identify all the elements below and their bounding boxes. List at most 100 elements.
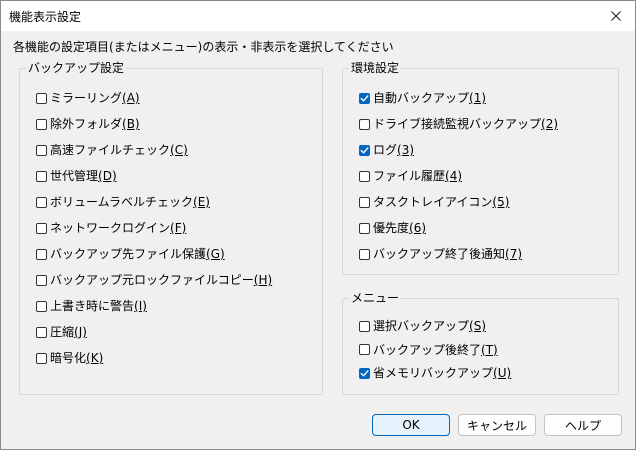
option-access-key: (B): [122, 117, 140, 131]
checkbox-unchecked[interactable]: [359, 248, 370, 260]
menu-option-2[interactable]: バックアップ後終了(T): [359, 342, 498, 358]
checkbox-unchecked[interactable]: [36, 222, 47, 234]
option-access-key: (H): [253, 273, 273, 287]
backup-option-3[interactable]: 高速ファイルチェック(C): [36, 142, 188, 158]
env-option-label: タスクトレイアイコン(5): [373, 194, 509, 210]
checkbox-unchecked[interactable]: [36, 170, 47, 182]
option-access-key: (3): [397, 143, 415, 157]
backup-option-8[interactable]: バックアップ元ロックファイルコピー(H): [36, 272, 272, 288]
checkbox-unchecked[interactable]: [359, 196, 370, 208]
option-text: ミラーリング: [50, 91, 123, 105]
checkbox-unchecked[interactable]: [36, 326, 47, 338]
backup-option-1[interactable]: ミラーリング(A): [36, 90, 140, 106]
backup-option-label: バックアップ先ファイル保護(G): [50, 246, 225, 262]
option-text: ログ: [373, 143, 398, 157]
help-button[interactable]: ヘルプ: [544, 414, 622, 436]
menu-option-label: 選択バックアップ(S): [373, 318, 486, 334]
env-option-label: 自動バックアップ(1): [373, 90, 486, 106]
option-text: ボリュームラベルチェック: [50, 195, 194, 209]
option-access-key: (S): [469, 319, 486, 333]
backup-option-10[interactable]: 圧縮(J): [36, 324, 87, 340]
checkbox-checked[interactable]: [359, 92, 370, 104]
option-text: 自動バックアップ: [373, 91, 470, 105]
option-text: ネットワークログイン: [50, 221, 171, 235]
backup-option-label: 高速ファイルチェック(C): [50, 142, 188, 158]
option-access-key: (K): [86, 351, 104, 365]
env-option-label: ドライブ接続監視バックアップ(2): [373, 116, 558, 132]
option-text: バックアップ終了後通知: [373, 247, 506, 261]
env-option-3[interactable]: ログ(3): [359, 142, 414, 158]
backup-option-6[interactable]: ネットワークログイン(F): [36, 220, 186, 236]
backup-option-label: 世代管理(D): [50, 168, 117, 184]
environment-settings-title: 環境設定: [349, 61, 402, 75]
checkbox-unchecked[interactable]: [359, 344, 370, 355]
option-text: 優先度: [373, 221, 410, 235]
backup-option-label: ネットワークログイン(F): [50, 220, 186, 236]
checkmark-icon: [360, 146, 369, 153]
option-text: 圧縮: [50, 325, 75, 339]
env-option-7[interactable]: バックアップ終了後通知(7): [359, 246, 522, 262]
checkbox-unchecked[interactable]: [359, 118, 370, 130]
option-access-key: (G): [206, 247, 225, 261]
option-access-key: (1): [469, 91, 487, 105]
backup-option-9[interactable]: 上書き時に警告(I): [36, 298, 147, 314]
backup-option-label: 暗号化(K): [50, 350, 103, 366]
checkbox-unchecked[interactable]: [36, 352, 47, 364]
instruction-text: 各機能の設定項目(またはメニュー)の表示・非表示を選択してください: [13, 40, 394, 54]
env-option-4[interactable]: ファイル履歴(4): [359, 168, 462, 184]
option-text: 暗号化: [50, 351, 87, 365]
checkbox-unchecked[interactable]: [359, 170, 370, 182]
env-option-6[interactable]: 優先度(6): [359, 220, 426, 236]
option-access-key: (4): [445, 169, 463, 183]
checkbox-unchecked[interactable]: [36, 274, 47, 286]
close-icon: [611, 11, 621, 21]
checkbox-unchecked[interactable]: [36, 92, 47, 104]
env-option-2[interactable]: ドライブ接続監視バックアップ(2): [359, 116, 558, 132]
option-access-key: (E): [193, 195, 210, 209]
env-option-1[interactable]: 自動バックアップ(1): [359, 90, 486, 106]
backup-option-2[interactable]: 除外フォルダ(B): [36, 116, 140, 132]
checkbox-unchecked[interactable]: [359, 320, 370, 332]
close-button[interactable]: [605, 5, 627, 27]
env-option-label: ファイル履歴(4): [373, 168, 462, 184]
checkbox-unchecked[interactable]: [36, 196, 47, 208]
option-access-key: (A): [122, 91, 140, 105]
backup-option-label: 上書き時に警告(I): [50, 298, 147, 314]
option-text: 除外フォルダ: [50, 117, 123, 131]
checkbox-unchecked[interactable]: [36, 248, 47, 260]
option-text: バックアップ後終了: [373, 342, 482, 357]
title-bar: 機能表示設定: [1, 1, 635, 31]
backup-option-7[interactable]: バックアップ先ファイル保護(G): [36, 246, 225, 262]
option-text: 選択バックアップ: [373, 319, 470, 333]
ok-button[interactable]: OK: [372, 414, 450, 436]
checkbox-unchecked[interactable]: [359, 222, 370, 234]
backup-option-4[interactable]: 世代管理(D): [36, 168, 117, 184]
option-access-key: (7): [505, 247, 523, 261]
option-text: 高速ファイルチェック: [50, 143, 171, 157]
cancel-button[interactable]: キャンセル: [458, 414, 536, 436]
checkmark-icon: [360, 94, 369, 101]
checkbox-unchecked[interactable]: [36, 300, 47, 312]
checkbox-unchecked[interactable]: [36, 144, 47, 156]
checkbox-unchecked[interactable]: [36, 118, 47, 130]
env-option-5[interactable]: タスクトレイアイコン(5): [359, 194, 509, 210]
backup-option-5[interactable]: ボリュームラベルチェック(E): [36, 194, 210, 210]
dialog-window: 機能表示設定 各機能の設定項目(またはメニュー)の表示・非表示を選択してください…: [0, 0, 636, 450]
menu-option-label: 省メモリバックアップ(U): [373, 365, 511, 381]
checkbox-checked[interactable]: [359, 144, 370, 156]
option-access-key: (5): [492, 195, 510, 209]
backup-option-label: ミラーリング(A): [50, 90, 140, 106]
window-title: 機能表示設定: [9, 10, 82, 24]
option-access-key: (C): [170, 143, 188, 157]
menu-option-1[interactable]: 選択バックアップ(S): [359, 318, 486, 334]
checkbox-checked[interactable]: [359, 367, 370, 379]
menu-option-3[interactable]: 省メモリバックアップ(U): [359, 365, 511, 381]
option-access-key: (J): [74, 325, 87, 339]
backup-option-11[interactable]: 暗号化(K): [36, 350, 103, 366]
backup-option-label: ボリュームラベルチェック(E): [50, 194, 210, 210]
option-access-key: (F): [170, 221, 187, 235]
backup-option-label: 圧縮(J): [50, 324, 87, 340]
option-text: 上書き時に警告: [50, 299, 135, 313]
option-access-key: (T): [481, 342, 498, 357]
checkmark-icon: [360, 369, 369, 376]
